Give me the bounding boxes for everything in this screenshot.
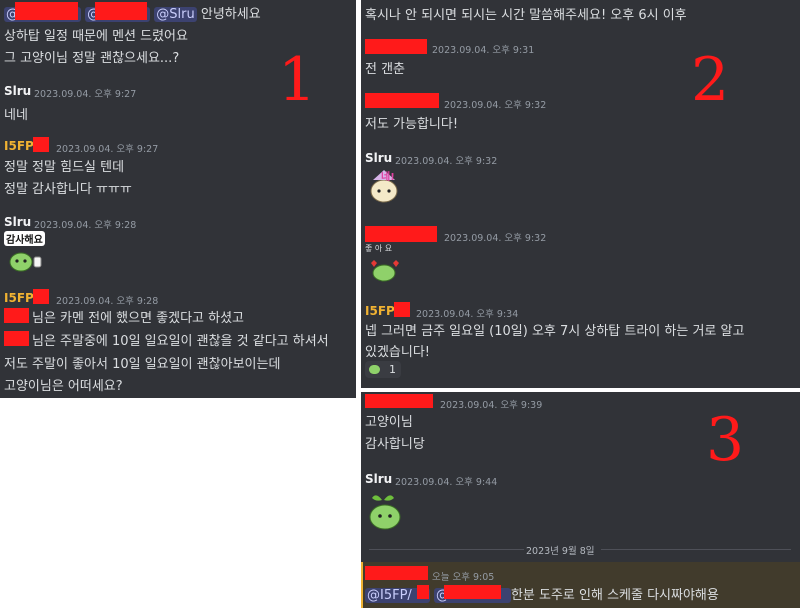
- date-divider-line: [369, 549, 524, 550]
- redaction: [444, 585, 501, 599]
- timestamp: 2023.09.04. 오후 9:32: [395, 156, 498, 167]
- redaction: [365, 394, 433, 408]
- redaction: [15, 2, 78, 20]
- sticker-yes[interactable]: 네!: [365, 166, 405, 206]
- redaction: [33, 137, 49, 152]
- sticker-good[interactable]: 좋 아 요: [365, 243, 405, 283]
- timestamp: 2023.09.04. 오후 9:27: [56, 144, 159, 155]
- message-text: 그 고양이님 정말 괜찮으세요...?: [4, 51, 180, 66]
- redaction: [417, 585, 429, 599]
- redaction: [33, 289, 49, 304]
- redaction: [394, 302, 410, 317]
- chat-panel-3: 2023.09.04. 오후 9:39 고양이님 감사합니당 Slru 2023…: [361, 392, 800, 608]
- author-name[interactable]: Slru: [365, 472, 392, 486]
- message-text: 고양이님은 어떠세요?: [4, 379, 123, 394]
- message-text: 고양이님: [365, 415, 413, 430]
- message-text: 상하탑 일정 때문에 멘션 드렸어요: [4, 29, 188, 44]
- message-text: 넵 그러면 금주 일요일 (10일) 오후 7시 상하탑 트라이 하는 거로 알…: [365, 324, 745, 339]
- date-divider-line: [601, 549, 791, 550]
- message-text: 안녕하세요: [200, 7, 261, 22]
- annotation-number: 3: [706, 405, 745, 475]
- chat-panel-1: @ @ @Slru 안녕하세요 상하탑 일정 때문에 멘션 드렸어요 그 고양이…: [0, 0, 356, 398]
- timestamp: 2023.09.04. 오후 9:44: [395, 477, 498, 488]
- date-divider: 2023년 9월 8일: [526, 546, 595, 557]
- chat-panel-2: 혹시나 안 되시면 되시는 시간 말씀해주세요! 오후 6시 이후 2023.0…: [361, 0, 800, 388]
- timestamp: 2023.09.04. 오후 9:39: [440, 400, 543, 411]
- sticker-thanks[interactable]: 감사해요: [4, 231, 48, 275]
- annotation-number: 1: [278, 45, 317, 115]
- message-text: 정말 정말 힘드실 텐데: [4, 160, 125, 175]
- reaction-emoji-icon: [369, 365, 380, 374]
- user-mention-slru[interactable]: @Slru: [154, 7, 197, 22]
- message-text: 감사합니당: [365, 437, 425, 452]
- message-text: 혹시나 안 되시면 되시는 시간 말씀해주세요! 오후 6시 이후: [365, 8, 687, 23]
- message-text: 저도 주말이 좋아서 10일 일요일이 괜찮아보이는데: [4, 357, 281, 372]
- redaction: [365, 39, 427, 54]
- message-text: 네네: [4, 108, 28, 123]
- timestamp: 2023.09.04. 오후 9:32: [444, 100, 547, 111]
- message-text: 정말 감사합니다 ㅠㅠㅠ: [4, 182, 132, 197]
- redaction: [365, 566, 428, 580]
- timestamp: 2023.09.04. 오후 9:31: [432, 45, 535, 56]
- redaction: [365, 93, 439, 108]
- redaction: [95, 2, 147, 20]
- message-text: 한분 도주로 인해 스케줄 다시짜야해용: [510, 588, 719, 603]
- redaction: [4, 331, 29, 346]
- timestamp: 2023.09.04. 오후 9:32: [444, 233, 547, 244]
- timestamp: 2023.09.04. 오후 9:28: [56, 296, 159, 307]
- message-text: 님은 주말중에 10일 일요일이 괜찮을 것 같다고 하셔서: [32, 334, 329, 349]
- reaction-count: 1: [389, 363, 396, 376]
- sticker-caption: 네!: [381, 172, 395, 183]
- sticker-sprout[interactable]: [365, 490, 409, 534]
- message-text: 저도 가능합니다!: [365, 117, 459, 132]
- timestamp: 오늘 오후 9:05: [432, 572, 495, 583]
- redaction: [4, 308, 29, 323]
- timestamp: 2023.09.04. 오후 9:34: [416, 309, 519, 320]
- author-name[interactable]: Slru: [4, 215, 31, 229]
- message-text: 전 갠춘: [365, 62, 406, 77]
- reaction-chip[interactable]: 1: [365, 361, 401, 378]
- author-name[interactable]: Slru: [365, 151, 392, 165]
- message-text: 님은 카멘 전에 했으면 좋겠다고 하셨고: [32, 311, 245, 326]
- timestamp: 2023.09.04. 오후 9:27: [34, 89, 137, 100]
- annotation-number: 2: [691, 45, 730, 115]
- redaction: [365, 226, 437, 242]
- author-name[interactable]: Slru: [4, 84, 31, 98]
- message-text: 있겠습니다!: [365, 345, 431, 360]
- timestamp: 2023.09.04. 오후 9:28: [34, 220, 137, 231]
